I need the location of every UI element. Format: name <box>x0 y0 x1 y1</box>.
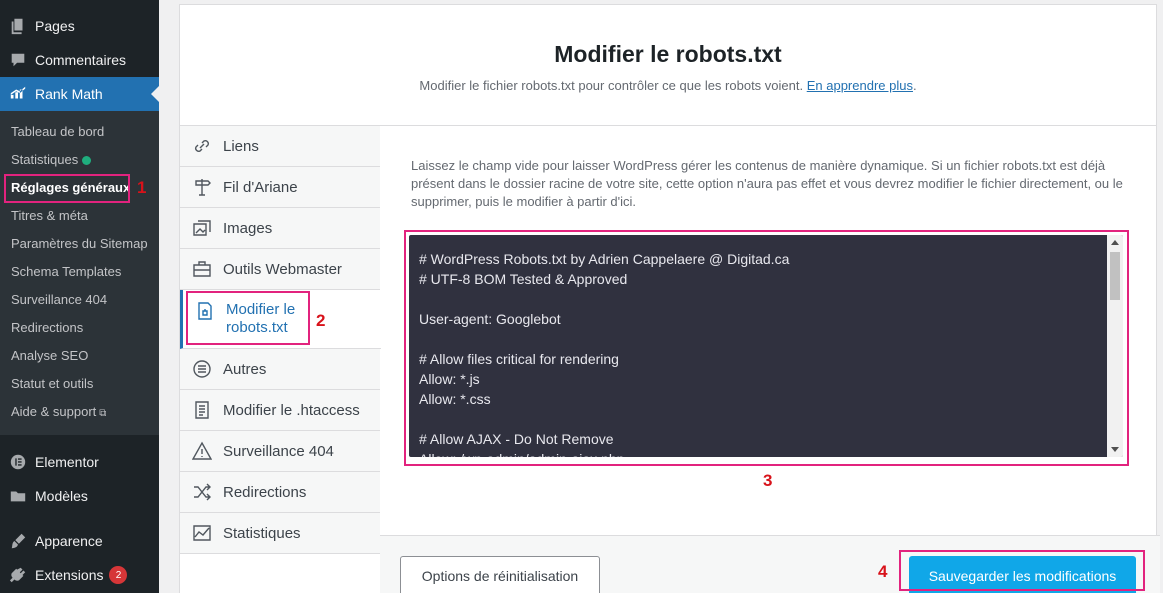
tab-404-monitor-label: Surveillance 404 <box>223 442 334 460</box>
submenu-titles-meta-label: Titres & méta <box>11 208 88 223</box>
scroll-down-icon[interactable] <box>1111 447 1119 452</box>
menu-models[interactable]: Modèles <box>0 479 159 513</box>
menu-appearance-label: Apparence <box>35 533 103 549</box>
submenu-sitemap[interactable]: Paramètres du Sitemap <box>11 234 148 254</box>
tab-others-label: Autres <box>223 360 267 378</box>
tab-others[interactable]: Autres <box>180 349 380 390</box>
link-icon <box>180 136 223 156</box>
submenu-seo-analysis[interactable]: Analyse SEO <box>11 346 88 366</box>
admin-sidebar: Pages Commentaires Rank Math Tableau de … <box>0 0 159 593</box>
scroll-up-icon[interactable] <box>1111 240 1119 245</box>
submenu-statistics-label: Statistiques <box>11 152 79 167</box>
menu-rank-math[interactable]: Rank Math <box>0 77 159 111</box>
folder-icon <box>0 487 35 505</box>
elementor-icon <box>0 453 35 471</box>
status-dot-icon <box>82 156 92 166</box>
robots-txt-editor[interactable]: # WordPress Robots.txt by Adrien Cappela… <box>409 235 1123 457</box>
tab-images-label: Images <box>223 219 273 237</box>
tab-statistics-label: Statistiques <box>223 524 301 542</box>
page-description: Modifier le fichier robots.txt pour cont… <box>180 78 1156 93</box>
document-icon <box>180 400 223 420</box>
menu-appearance[interactable]: Apparence <box>0 524 159 558</box>
tab-breadcrumbs[interactable]: Fil d'Ariane <box>180 167 380 208</box>
submenu-help[interactable]: Aide & support ⧉ <box>11 402 106 422</box>
tab-statistics[interactable]: Statistiques <box>180 513 380 554</box>
page-title: Modifier le robots.txt <box>554 41 782 67</box>
menu-rank-math-label: Rank Math <box>35 86 103 102</box>
submenu-sitemap-label: Paramètres du Sitemap <box>11 236 148 251</box>
images-icon <box>180 218 223 238</box>
submenu-dashboard-label: Tableau de bord <box>11 124 105 139</box>
tab-redirections[interactable]: Redirections <box>180 472 380 513</box>
annotation-number-3: 3 <box>763 471 773 490</box>
rank-math-submenu: Tableau de bord Statistiques Réglages gé… <box>0 111 159 435</box>
submenu-titles-meta[interactable]: Titres & méta <box>11 206 88 226</box>
submenu-seo-analysis-label: Analyse SEO <box>11 348 89 363</box>
menu-comments[interactable]: Commentaires <box>0 43 159 77</box>
submenu-statistics[interactable]: Statistiques <box>11 150 92 170</box>
extensions-count-badge: 2 <box>109 566 128 584</box>
submenu-404-label: Surveillance 404 <box>11 292 108 307</box>
rank-math-icon <box>0 85 35 103</box>
chart-icon <box>180 523 223 543</box>
tab-webmaster-tools-label: Outils Webmaster <box>223 260 342 278</box>
settings-tabs: Liens Fil d'Ariane Images Outils Webmast… <box>180 126 381 554</box>
submenu-404[interactable]: Surveillance 404 <box>11 290 107 310</box>
submenu-status-tools[interactable]: Statut et outils <box>11 374 93 394</box>
menu-extensions[interactable]: Extensions 2 <box>0 558 159 592</box>
plugin-icon <box>0 566 35 584</box>
menu-elementor-label: Elementor <box>35 454 99 470</box>
tab-404-monitor[interactable]: Surveillance 404 <box>180 431 380 472</box>
help-text: Laissez le champ vide pour laisser WordP… <box>411 158 1123 209</box>
tab-htaccess-label: Modifier le .htaccess <box>223 401 360 419</box>
signpost-icon <box>180 177 223 197</box>
external-link-icon: ⧉ <box>99 408 107 419</box>
tab-links-label: Liens <box>223 137 259 155</box>
menu-elementor[interactable]: Elementor <box>0 445 159 479</box>
tab-breadcrumbs-label: Fil d'Ariane <box>223 178 298 196</box>
submenu-redirections-label: Redirections <box>11 320 84 335</box>
briefcase-icon <box>180 259 223 279</box>
warning-icon <box>180 441 223 461</box>
submenu-schema-label: Schema Templates <box>11 264 122 279</box>
menu-pages[interactable]: Pages <box>0 9 159 43</box>
submenu-general-settings-label: Réglages généraux <box>11 180 131 195</box>
pages-icon <box>0 17 35 35</box>
description-period: . <box>912 78 917 93</box>
reset-options-button[interactable]: Options de réinitialisation <box>400 556 600 593</box>
menu-comments-label: Commentaires <box>35 52 127 68</box>
annotation-number-2: 2 <box>316 311 326 330</box>
scroll-thumb[interactable] <box>1110 252 1120 300</box>
list-circle-icon <box>180 359 223 379</box>
tab-links[interactable]: Liens <box>180 126 380 167</box>
tab-webmaster-tools[interactable]: Outils Webmaster <box>180 249 380 290</box>
submenu-schema[interactable]: Schema Templates <box>11 262 121 282</box>
panel-header: Modifier le robots.txt Modifier le fichi… <box>180 5 1156 126</box>
page-description-text: Modifier le fichier robots.txt pour cont… <box>419 78 804 93</box>
tab-htaccess[interactable]: Modifier le .htaccess <box>180 390 380 431</box>
annotation-number-4: 4 <box>878 562 888 581</box>
menu-pages-label: Pages <box>35 18 75 34</box>
learn-more-link[interactable]: En apprendre plus <box>807 78 913 93</box>
save-changes-button[interactable]: Sauvegarder les modifications <box>909 556 1136 593</box>
editor-scrollbar[interactable] <box>1107 235 1123 457</box>
annotation-number-1: 1 <box>137 178 147 197</box>
tab-robots-txt-label: Modifier le robots.txt <box>226 301 296 336</box>
submenu-status-tools-label: Statut et outils <box>11 376 94 391</box>
submenu-general-settings[interactable]: Réglages généraux <box>11 178 130 198</box>
shuffle-icon <box>180 482 223 502</box>
robots-txt-content[interactable]: # WordPress Robots.txt by Adrien Cappela… <box>419 249 1109 457</box>
tab-images[interactable]: Images <box>180 208 380 249</box>
tab-robots-txt[interactable]: Modifier le robots.txt <box>180 290 381 349</box>
tab-redirections-label: Redirections <box>223 483 307 501</box>
submenu-dashboard[interactable]: Tableau de bord <box>11 122 104 142</box>
menu-models-label: Modèles <box>35 488 88 504</box>
submenu-redirections[interactable]: Redirections <box>11 318 83 338</box>
file-robot-icon <box>183 301 226 321</box>
menu-extensions-label: Extensions <box>35 567 104 583</box>
comments-icon <box>0 51 35 69</box>
submenu-help-label: Aide & support <box>11 404 97 419</box>
paintbrush-icon <box>0 532 35 550</box>
